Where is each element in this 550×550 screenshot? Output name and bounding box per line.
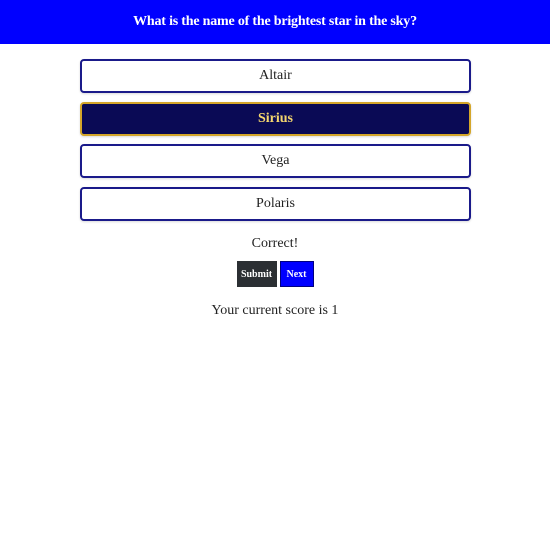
- submit-button[interactable]: Submit: [236, 261, 277, 287]
- feedback-text: Correct!: [251, 236, 299, 251]
- option-label: Sirius: [257, 110, 293, 126]
- option-label: Altair: [259, 68, 292, 83]
- option-sirius[interactable]: Sirius: [80, 101, 471, 136]
- question-header: What is the name of the brightest star i…: [0, 0, 550, 44]
- option-vega[interactable]: Vega: [80, 144, 471, 178]
- answer-options: Altair Sirius Vega Polaris: [80, 59, 471, 229]
- option-polaris[interactable]: Polaris: [80, 186, 471, 221]
- score-text: Your current score is 1: [211, 303, 339, 318]
- option-label: Vega: [261, 153, 290, 168]
- action-buttons: Submit Next: [0, 261, 550, 287]
- question-text: What is the name of the brightest star i…: [133, 14, 417, 29]
- option-label: Polaris: [256, 195, 295, 211]
- option-altair[interactable]: Altair: [80, 59, 471, 93]
- next-button[interactable]: Next: [279, 261, 314, 287]
